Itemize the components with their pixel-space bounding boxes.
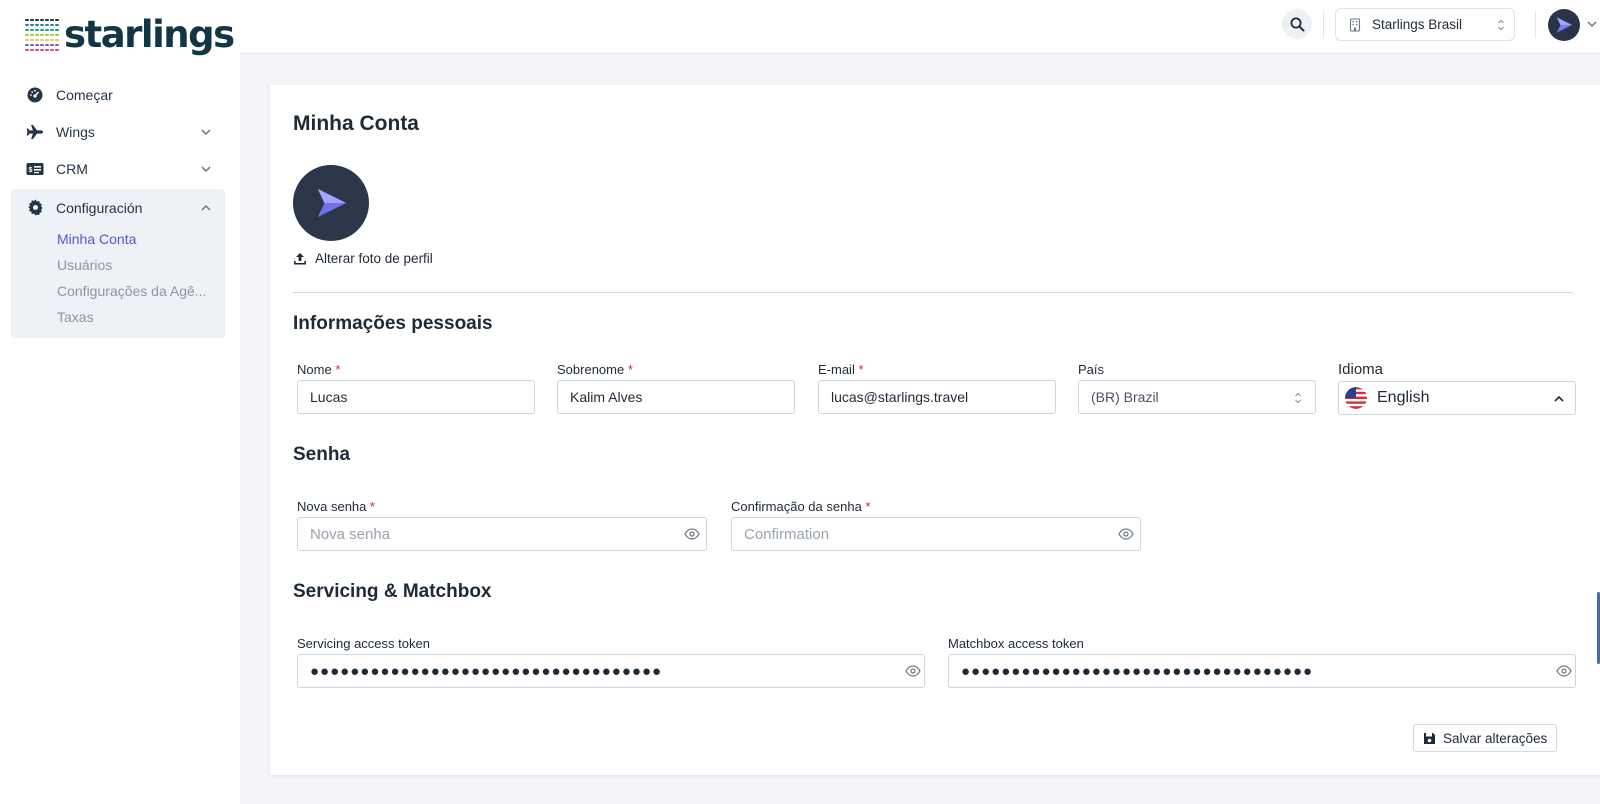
- country-select[interactable]: (BR) Brazil: [1078, 380, 1316, 414]
- country-select-value: (BR) Brazil: [1091, 389, 1159, 405]
- language-select[interactable]: English: [1338, 381, 1576, 415]
- search-button[interactable]: [1282, 9, 1312, 39]
- chevron-down-icon[interactable]: [1586, 18, 1598, 30]
- email-input[interactable]: [818, 380, 1056, 414]
- chevron-up-icon: [1554, 395, 1564, 402]
- dashboard-gauge-icon: [25, 85, 45, 105]
- id-card-icon: $: [25, 159, 45, 179]
- servicing-token-value: ●●●●●●●●●●●●●●●●●●●●●●●●●●●●●●●●●●●: [310, 662, 663, 680]
- page-title: Minha Conta: [293, 112, 419, 135]
- avatar-icon: [1557, 17, 1572, 33]
- sidebar-subitem-configuracoes-agencia[interactable]: Configurações da Agê...: [11, 278, 225, 304]
- topbar-divider: [1535, 12, 1536, 38]
- servicing-heading: Servicing & Matchbox: [293, 581, 492, 602]
- sidebar-subitem-usuarios[interactable]: Usuários: [11, 252, 225, 278]
- confirm-password-input[interactable]: [731, 517, 1141, 551]
- eye-icon[interactable]: [684, 528, 700, 540]
- required-mark: *: [627, 362, 633, 377]
- sidebar-item-label: Wings: [56, 123, 95, 140]
- profile-photo: [293, 165, 369, 241]
- last-name-label: Sobrenome *: [557, 362, 633, 377]
- sidebar: starlings Começar Wings $ CRM Configurac…: [0, 0, 240, 804]
- matchbox-token-value: ●●●●●●●●●●●●●●●●●●●●●●●●●●●●●●●●●●●: [961, 662, 1314, 680]
- servicing-token-label: Servicing access token: [297, 636, 430, 651]
- organization-selector-value: Starlings Brasil: [1372, 17, 1463, 32]
- email-label-text: E-mail: [818, 362, 855, 377]
- language-label: Idioma: [1338, 361, 1384, 378]
- required-mark: *: [858, 362, 864, 377]
- save-changes-button[interactable]: Salvar alterações: [1413, 724, 1558, 752]
- sidebar-item-crm[interactable]: $ CRM: [11, 150, 225, 187]
- chevron-down-icon: [201, 128, 211, 135]
- plane-icon: [25, 122, 45, 142]
- sidebar-subitem-taxas[interactable]: Taxas: [11, 304, 225, 330]
- servicing-token-input[interactable]: ●●●●●●●●●●●●●●●●●●●●●●●●●●●●●●●●●●●: [297, 654, 925, 688]
- svg-text:$: $: [29, 167, 33, 174]
- upload-icon: [294, 252, 306, 264]
- sidebar-subitem-minha-conta[interactable]: Minha Conta: [11, 226, 225, 252]
- eye-icon[interactable]: [905, 665, 921, 677]
- email-label: E-mail *: [818, 362, 864, 377]
- topbar-divider: [1323, 12, 1324, 38]
- user-avatar[interactable]: [1548, 9, 1580, 41]
- account-card: Minha Conta Alterar foto de perfil Infor…: [270, 85, 1600, 775]
- gear-icon: [25, 198, 45, 218]
- eye-icon[interactable]: [1556, 665, 1572, 677]
- confirm-password-label: Confirmação da senha *: [731, 499, 871, 514]
- starlings-logo-mark-icon: [25, 19, 59, 51]
- us-flag-icon: [1345, 387, 1367, 409]
- building-icon: [1349, 17, 1361, 32]
- personal-info-heading: Informações pessoais: [293, 313, 493, 334]
- sidebar-item-comecar[interactable]: Começar: [11, 76, 225, 113]
- sidebar-item-label: Começar: [56, 86, 113, 103]
- sidebar-nav: Começar Wings $ CRM Configuración Minha …: [11, 76, 225, 338]
- last-name-input[interactable]: [557, 380, 795, 414]
- first-name-label: Nome *: [297, 362, 340, 377]
- required-mark: *: [370, 499, 376, 514]
- topbar: Starlings Brasil: [240, 0, 1600, 54]
- new-password-input[interactable]: [297, 517, 707, 551]
- matchbox-token-input[interactable]: ●●●●●●●●●●●●●●●●●●●●●●●●●●●●●●●●●●●: [948, 654, 1576, 688]
- last-name-label-text: Sobrenome: [557, 362, 625, 377]
- save-icon: [1424, 732, 1435, 744]
- required-mark: *: [865, 499, 871, 514]
- change-photo-label: Alterar foto de perfil: [315, 251, 433, 266]
- eye-icon[interactable]: [1118, 528, 1134, 540]
- sidebar-item-wings[interactable]: Wings: [11, 113, 225, 150]
- language-select-value: English: [1377, 389, 1430, 406]
- chevron-updown-icon: [1295, 392, 1301, 404]
- change-photo-button[interactable]: Alterar foto de perfil: [293, 251, 433, 266]
- save-changes-label: Salvar alterações: [1443, 730, 1548, 746]
- chevron-updown-icon: [1498, 19, 1504, 31]
- sidebar-item-configuracion[interactable]: Configuración: [11, 189, 225, 226]
- first-name-label-text: Nome: [297, 362, 332, 377]
- matchbox-token-label: Matchbox access token: [948, 636, 1084, 651]
- logo[interactable]: starlings: [24, 12, 235, 56]
- sidebar-item-label: CRM: [56, 160, 88, 177]
- new-password-label: Nova senha *: [297, 499, 375, 514]
- sidebar-item-label: Configuración: [56, 199, 143, 216]
- sidebar-group-configuracion: Configuración Minha Conta Usuários Confi…: [11, 189, 225, 338]
- password-heading: Senha: [293, 444, 351, 465]
- required-mark: *: [335, 362, 341, 377]
- logo-text: starlings: [64, 12, 235, 56]
- avatar-icon: [317, 188, 347, 218]
- section-divider: [293, 292, 1573, 293]
- search-icon: [1290, 17, 1304, 31]
- chevron-up-icon: [201, 204, 211, 211]
- confirm-password-label-text: Confirmação da senha: [731, 499, 862, 514]
- organization-selector[interactable]: Starlings Brasil: [1335, 8, 1515, 41]
- chevron-down-icon: [201, 165, 211, 172]
- new-password-label-text: Nova senha: [297, 499, 367, 514]
- country-label: País: [1078, 362, 1105, 377]
- first-name-input[interactable]: [297, 380, 535, 414]
